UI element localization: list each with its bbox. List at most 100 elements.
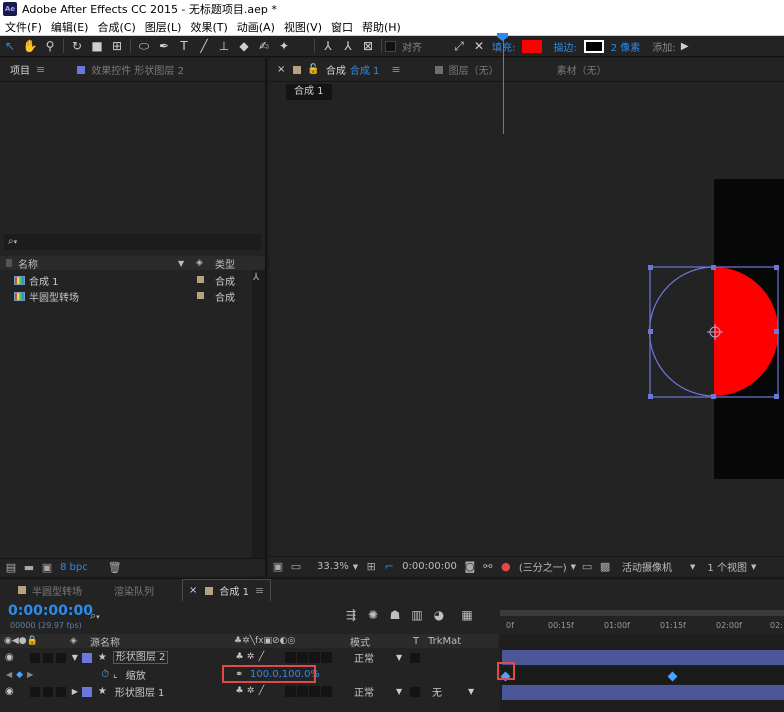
menu-effect[interactable]: 效果(T) (185, 19, 231, 35)
local-axis-icon[interactable]: ⅄ (318, 37, 338, 55)
comp-mini-flowchart-icon[interactable]: ⇶ (340, 608, 362, 622)
tab-project[interactable]: 项目 ≡ (0, 58, 51, 82)
timeline-search-icon[interactable]: ⌕▾ (90, 609, 100, 623)
collapse-switch-icon[interactable]: ✲ (245, 652, 256, 663)
quality-switch-icon[interactable]: ╱ (256, 686, 267, 697)
shy-layers-icon[interactable]: ☗ (384, 608, 406, 622)
transparency-grid-icon[interactable]: ▩ (598, 560, 612, 573)
keyframe-add-icon[interactable]: ◆ (16, 670, 23, 680)
clone-stamp-tool-icon[interactable]: ⊥ (214, 37, 234, 55)
audio-toggle[interactable] (29, 652, 40, 663)
fill-color-swatch[interactable] (522, 39, 543, 53)
current-time-display[interactable]: 0:00:00:00 (398, 561, 461, 572)
label-tag-icon[interactable]: ◈ (196, 258, 203, 268)
resolution-dropdown-icon[interactable]: ▼ (571, 563, 576, 571)
handle-middle-left[interactable] (648, 329, 653, 334)
view-axis-icon[interactable]: ⊠ (358, 37, 378, 55)
brush-tool-icon[interactable]: ╱ (194, 37, 214, 55)
selection-tool-icon[interactable]: ↖ (0, 37, 20, 55)
stroke-color-swatch[interactable] (583, 39, 604, 53)
panel-menu-icon[interactable]: ≡ (36, 63, 45, 76)
menu-window[interactable]: 窗口 (326, 19, 357, 35)
menu-animation[interactable]: 动画(A) (232, 19, 279, 35)
menu-layer[interactable]: 图层(L) (140, 19, 186, 35)
handle-top-right[interactable] (774, 265, 779, 270)
menu-edit[interactable]: 编辑(E) (46, 19, 93, 35)
magnification-dropdown-icon[interactable]: ▼ (353, 563, 358, 571)
expand-arrow-icon[interactable]: ▶ (72, 687, 78, 696)
handle-top-center[interactable] (711, 265, 716, 270)
menu-view[interactable]: 视图(V) (279, 19, 326, 35)
panel-menu-icon[interactable]: ≡ (255, 584, 264, 597)
tab-footage[interactable]: 素材（无） (551, 58, 613, 82)
comp-breadcrumb[interactable]: 合成 1 (286, 84, 332, 100)
comp-canvas[interactable] (269, 102, 784, 556)
tab-effect-controls[interactable]: 效果控件 形状图层 2 (71, 58, 190, 82)
solo-toggle[interactable] (42, 652, 53, 663)
composition-viewer[interactable] (269, 102, 784, 556)
safe-margins-icon[interactable]: ⊞ (364, 560, 378, 573)
add-shape-property-icon[interactable]: ▶ (679, 37, 691, 55)
motion-blur-switch[interactable] (309, 686, 320, 697)
panel-menu-icon[interactable]: ≡ (391, 63, 400, 76)
layer-name[interactable]: 形状图层 1 (115, 684, 165, 699)
magnification-select[interactable]: 33.3% (313, 561, 353, 572)
bpc-toggle[interactable]: 8 bpc (60, 562, 88, 573)
layer-label-color[interactable] (81, 652, 92, 663)
view-layout-select[interactable]: 1 个视图 (703, 559, 751, 574)
hand-tool-icon[interactable]: ✋ (20, 37, 40, 55)
blend-mode-dropdown-icon[interactable]: ▼ (396, 653, 402, 662)
frame-blending-icon[interactable]: ▥ (406, 608, 428, 622)
world-axis-icon[interactable]: ⅄ (338, 37, 358, 55)
interpret-footage-icon[interactable]: ▤ (4, 561, 18, 574)
keyframe-prev-icon[interactable]: ◀ (6, 670, 12, 679)
col-mode[interactable]: 模式 (350, 634, 370, 649)
graph-editor-icon[interactable]: ▦ (456, 608, 478, 622)
monitor-icon[interactable]: ▭ (289, 560, 303, 573)
3d-layer-switch[interactable] (321, 686, 332, 697)
view-layout-dropdown-icon[interactable]: ▼ (751, 563, 756, 571)
layer-label-color[interactable] (81, 686, 92, 697)
close-icon[interactable]: × (189, 585, 197, 596)
frame-blend-switch[interactable] (297, 686, 308, 697)
handle-middle-right[interactable] (774, 329, 779, 334)
puppet-pin-tool-icon[interactable]: ✦ (274, 37, 294, 55)
visibility-eye-icon[interactable]: ◉ (5, 686, 14, 697)
time-ruler[interactable]: 0f 00:15f 01:00f 01:15f 02:00f 02: (500, 610, 784, 634)
rotate-tool-icon[interactable]: ↻ (67, 37, 87, 55)
solo-toggle[interactable] (42, 686, 53, 697)
quality-switch-icon[interactable]: ╱ (256, 652, 267, 663)
snapshot-icon[interactable]: ◙ (463, 560, 477, 573)
motion-blur-icon[interactable]: ◕ (428, 608, 450, 622)
snap-feather-icon[interactable]: ✕ (469, 37, 489, 55)
track-matte-dropdown-icon[interactable]: ▼ (468, 687, 474, 696)
layer-name[interactable]: 形状图层 2 (112, 651, 169, 664)
timeline-current-time[interactable]: 0:00:00:00 (8, 603, 93, 619)
text-tool-icon[interactable]: T (174, 37, 194, 55)
preserve-transparency-toggle[interactable] (410, 686, 420, 697)
lock-toggle[interactable] (55, 652, 66, 663)
stroke-width-value[interactable]: 2 像素 (608, 39, 644, 54)
col-type-header[interactable]: 类型 (215, 256, 235, 271)
layer-row[interactable]: ◉ ▼ ★ 形状图层 2 ♣ ✲ ╱ 正常 ▼ (0, 649, 498, 666)
menu-file[interactable]: 文件(F) (0, 19, 46, 35)
timeline-tracks[interactable] (500, 634, 784, 712)
3d-layer-switch[interactable] (321, 652, 332, 663)
handle-bottom-center[interactable] (711, 394, 716, 399)
list-item[interactable]: 合成 1 合成 (0, 272, 252, 288)
new-composition-icon[interactable]: ▣ (40, 561, 54, 574)
handle-bottom-left[interactable] (648, 394, 653, 399)
always-preview-icon[interactable]: ▣ (271, 560, 285, 573)
draft-3d-icon[interactable]: ✺ (362, 608, 384, 622)
tab-comp-1[interactable]: × 合成 1 ≡ (182, 579, 272, 601)
tab-layer[interactable]: 图层（无） (429, 58, 505, 82)
trash-icon[interactable]: 🗑 (108, 561, 122, 574)
region-of-interest-icon[interactable]: ▭ (580, 560, 594, 573)
visibility-eye-icon[interactable]: ◉ (5, 652, 14, 663)
track-matte-select[interactable]: 无 (432, 684, 442, 699)
tab-render-queue[interactable]: 渲染队列 (108, 579, 160, 601)
lock-icon[interactable]: 🔓 (307, 64, 319, 75)
sort-arrow-icon[interactable]: ▼ (178, 259, 184, 268)
layer-duration-bar[interactable] (502, 650, 784, 665)
blend-mode-dropdown-icon[interactable]: ▼ (396, 687, 402, 696)
